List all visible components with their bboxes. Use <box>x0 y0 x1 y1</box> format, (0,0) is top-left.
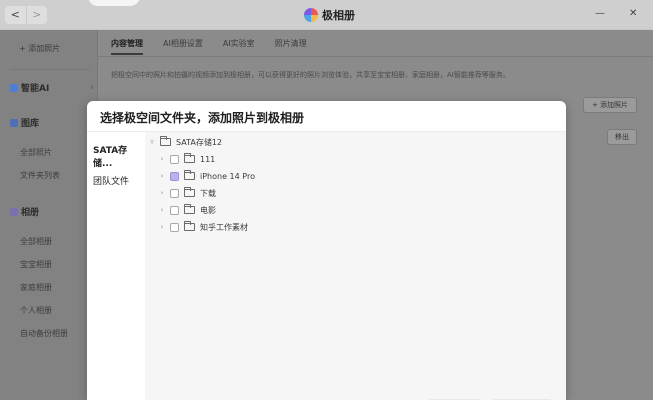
caret-right-icon[interactable]: › <box>159 172 165 180</box>
folder-checkbox[interactable] <box>170 222 179 232</box>
sidebar: + 添加照片 智能AI › 图库 全部照片 文件夹列表 相册 全部相册 宝宝相册… <box>0 30 98 400</box>
folder-label: 知乎工作素材 <box>200 222 248 232</box>
folder-checkbox[interactable] <box>170 154 179 164</box>
folder-label: 111 <box>200 154 216 164</box>
folder-icon <box>184 170 195 180</box>
tree-item[interactable]: › 知乎工作素材 <box>159 221 248 233</box>
sidebar-item-folder-list[interactable]: 文件夹列表 <box>20 170 60 181</box>
tree-root[interactable]: ▿ SATA存储12 <box>149 136 222 148</box>
chevron-right-icon: › <box>90 82 94 93</box>
tab-underline <box>98 56 653 57</box>
app-title-text: 极相册 <box>322 9 355 22</box>
minimize-button[interactable]: — <box>595 7 605 21</box>
back-button[interactable]: < <box>5 6 26 24</box>
source-sata-storage[interactable]: SATA存储... <box>93 143 145 169</box>
dialog-title: 选择极空间文件夹，添加照片到极相册 <box>100 111 305 125</box>
desktop-pill <box>88 0 140 6</box>
sidebar-divider <box>10 69 90 70</box>
gallery-icon <box>10 118 18 127</box>
folder-checkbox-partial[interactable] <box>170 171 179 181</box>
folder-checkbox[interactable] <box>170 205 179 215</box>
description-text: 把极空间中的照片和拍摄的视频添加到极相册，可以获得更好的照片浏览体验，共享至宝宝… <box>111 71 510 79</box>
sidebar-section-ai[interactable]: 智能AI › <box>10 81 94 94</box>
nav-buttons: < > <box>5 6 47 24</box>
sidebar-section-albums-label: 相册 <box>21 208 40 218</box>
forward-button[interactable]: > <box>25 6 48 24</box>
close-button[interactable]: ✕ <box>629 7 637 21</box>
folder-tree: ▿ SATA存储12 › 111 › iPhone 14 Pro › 下载 › … <box>145 132 566 400</box>
add-photo-button[interactable]: + 添加照片 <box>583 97 637 113</box>
sidebar-section-ai-label: 智能AI <box>21 84 50 94</box>
tree-root-label: SATA存储12 <box>176 137 222 147</box>
caret-right-icon[interactable]: › <box>159 155 165 163</box>
sidebar-item-family-album[interactable]: 家庭相册 <box>20 282 52 293</box>
tab-ai-album-settings[interactable]: AI相册设置 <box>163 38 203 55</box>
folder-label: 下载 <box>200 188 216 198</box>
folder-icon <box>184 187 195 197</box>
source-team-files[interactable]: 团队文件 <box>93 174 129 187</box>
title-bar: < > 极相册 — ✕ <box>0 0 653 30</box>
remove-button[interactable]: 移出 <box>607 129 637 145</box>
folder-icon <box>184 204 195 214</box>
sidebar-item-auto-backup-album[interactable]: 自动备份相册 <box>20 328 68 339</box>
folder-label: 电影 <box>200 205 216 215</box>
tab-ai-lab[interactable]: AI实验室 <box>223 38 255 55</box>
folder-label: iPhone 14 Pro <box>200 171 255 181</box>
tree-item[interactable]: › 111 <box>159 153 215 165</box>
folder-icon <box>160 136 171 146</box>
caret-right-icon[interactable]: › <box>159 206 165 214</box>
folder-checkbox[interactable] <box>170 188 179 198</box>
folder-icon <box>184 221 195 231</box>
caret-right-icon[interactable]: › <box>159 223 165 231</box>
tree-item[interactable]: › 电影 <box>159 204 216 216</box>
folder-icon <box>184 153 195 163</box>
tab-bar: 内容管理 AI相册设置 AI实验室 照片清理 <box>111 38 307 55</box>
tree-item[interactable]: › iPhone 14 Pro <box>159 170 255 182</box>
sidebar-section-gallery-label: 图库 <box>21 119 40 129</box>
caret-down-icon[interactable]: ▿ <box>149 138 155 146</box>
tab-photo-cleanup[interactable]: 照片清理 <box>275 38 307 55</box>
album-icon <box>10 207 18 216</box>
app-logo-icon <box>304 8 318 22</box>
sidebar-item-baby-album[interactable]: 宝宝相册 <box>20 259 52 270</box>
folder-select-dialog: 选择极空间文件夹，添加照片到极相册 SATA存储... 团队文件 ▿ SATA存… <box>87 101 566 400</box>
sidebar-item-all-albums[interactable]: 全部相册 <box>20 236 52 247</box>
sidebar-item-personal-album[interactable]: 个人相册 <box>20 305 52 316</box>
caret-right-icon[interactable]: › <box>159 189 165 197</box>
sidebar-section-albums: 相册 <box>10 205 39 218</box>
tree-item[interactable]: › 下载 <box>159 187 216 199</box>
tab-content-management[interactable]: 内容管理 <box>111 38 143 55</box>
app-title: 极相册 <box>304 6 355 24</box>
source-list: SATA存储... 团队文件 <box>87 132 145 400</box>
sidebar-item-all-photos[interactable]: 全部照片 <box>20 147 52 158</box>
sidebar-add-photo-button[interactable]: + 添加照片 <box>19 41 75 57</box>
sidebar-section-gallery: 图库 <box>10 116 39 129</box>
ai-icon <box>10 83 18 92</box>
